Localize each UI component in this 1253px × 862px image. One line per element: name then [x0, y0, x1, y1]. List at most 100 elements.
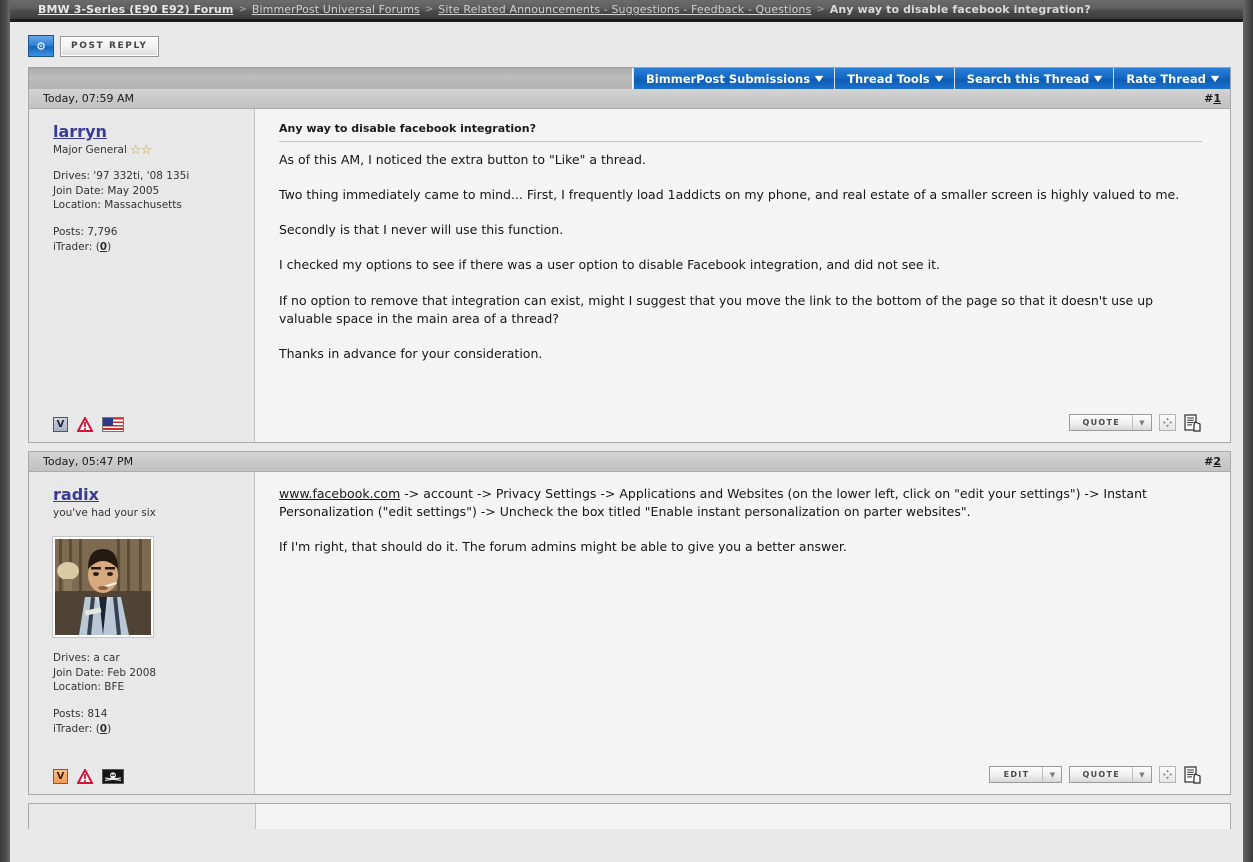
post-header: Today, 05:47 PM #2 — [29, 452, 1230, 472]
next-post-content-column — [256, 804, 1230, 829]
right-chrome-gutter — [1243, 0, 1253, 862]
post-paragraph: Two thing immediately came to mind... Fi… — [279, 187, 1180, 203]
post-paragraph: Thanks in advance for your consideration… — [279, 345, 543, 361]
user-location-row: Location: BFE — [53, 680, 254, 695]
join-date-label: Join Date: — [53, 184, 105, 197]
quote-button-label: Quote — [1082, 418, 1120, 427]
stats-divider — [53, 213, 254, 225]
breadcrumb-separator: > — [424, 4, 434, 15]
user-stats: Drives: a car Join Date: Feb 2008 Locati… — [53, 651, 254, 738]
user-badge-row: V — [53, 755, 254, 784]
chevron-down-icon: ▼ — [814, 73, 824, 83]
v-badge-icon[interactable]: V — [53, 417, 68, 432]
itrader-paren-close: ) — [107, 241, 112, 254]
join-date-label: Join Date: — [53, 666, 105, 679]
next-post-user-column — [29, 804, 256, 829]
posts-label: Posts: — [53, 226, 84, 239]
pirate-flag-icon — [102, 769, 124, 784]
chevron-down-icon[interactable]: ▼ — [1132, 767, 1151, 782]
stats-divider — [53, 695, 254, 707]
breadcrumb-item-forum[interactable]: BMW 3-Series (E90 E92) Forum — [38, 3, 233, 16]
user-title: Major General ☆☆ — [53, 144, 254, 157]
breadcrumb-item-site-announcements[interactable]: Site Related Announcements - Suggestions… — [438, 3, 811, 16]
breadcrumb: BMW 3-Series (E90 E92) Forum > BimmerPos… — [10, 0, 1243, 19]
post-content: Any way to disable facebook integration?… — [255, 109, 1230, 442]
user-drives-row: Drives: a car — [53, 651, 254, 666]
user-badge-row: V — [53, 403, 254, 432]
user-stats: Drives: '97 332ti, '08 135i Join Date: M… — [53, 169, 254, 256]
drives-label: Drives: — [53, 169, 91, 182]
post-paragraph: www.facebook.com -> account -> Privacy S… — [279, 485, 1202, 521]
drives-value: a car — [93, 651, 120, 664]
post-1: Today, 07:59 AM #1 larryn Major General … — [28, 89, 1231, 443]
tab-rate-thread[interactable]: Rate Thread ▼ — [1113, 68, 1230, 89]
reply-with-quote-icon[interactable] — [1183, 413, 1202, 432]
itrader-label: iTrader: — [53, 241, 93, 254]
drives-value: '97 332ti, '08 135i — [93, 169, 190, 182]
post-timestamp: Today, 07:59 AM — [43, 92, 135, 105]
itrader-paren-close: ) — [107, 723, 112, 736]
post-number[interactable]: #1 — [1204, 92, 1221, 105]
thread-toolbar: ⚙ Post Reply — [28, 34, 1231, 58]
edit-button[interactable]: Edit ▼ — [989, 766, 1063, 783]
chevron-down-icon[interactable]: ▼ — [1042, 767, 1061, 782]
breadcrumb-separator: > — [816, 4, 825, 15]
thread-tab-bar: BimmerPost Submissions ▼ Thread Tools ▼ … — [28, 67, 1231, 89]
facebook-link[interactable]: www.facebook.com — [279, 486, 400, 501]
quote-button[interactable]: Quote ▼ — [1069, 766, 1152, 783]
join-date-value: Feb 2008 — [107, 666, 157, 679]
itrader-count[interactable]: 0 — [100, 723, 107, 735]
new-thread-icon[interactable]: ⚙ — [28, 35, 54, 57]
drives-label: Drives: — [53, 651, 91, 664]
user-joindate-row: Join Date: May 2005 — [53, 184, 254, 199]
user-postcount-row: Posts: 814 — [53, 707, 254, 722]
multiquote-icon[interactable] — [1159, 414, 1176, 431]
post-action-bar: Quote ▼ — [279, 401, 1202, 432]
location-value: BFE — [104, 681, 125, 694]
report-warning-icon[interactable] — [76, 767, 94, 784]
reply-with-quote-icon[interactable] — [1183, 765, 1202, 784]
post-user-info: radix you've had your six Drives: a car … — [29, 472, 255, 794]
tab-label: Rate Thread — [1126, 71, 1206, 86]
tab-search-this-thread[interactable]: Search this Thread ▼ — [953, 68, 1114, 89]
report-warning-icon[interactable] — [76, 415, 94, 432]
rank-stars-icon: ☆☆ — [129, 142, 152, 158]
post-body: radix you've had your six Drives: a car … — [29, 472, 1230, 794]
posts-label: Posts: — [53, 708, 84, 721]
tab-label: Search this Thread — [966, 71, 1090, 86]
username-link[interactable]: larryn — [53, 123, 254, 141]
post-content: www.facebook.com -> account -> Privacy S… — [255, 472, 1230, 794]
post-paragraph: As of this AM, I noticed the extra butto… — [279, 152, 646, 167]
breadcrumb-separator: > — [238, 4, 247, 15]
itrader-label: iTrader: — [53, 723, 93, 736]
us-flag-icon — [102, 417, 124, 432]
tab-label: BimmerPost Submissions — [646, 71, 811, 86]
post-2: Today, 05:47 PM #2 radix you've had your… — [28, 451, 1231, 795]
chevron-down-icon: ▼ — [934, 73, 943, 83]
itrader-count[interactable]: 0 — [100, 241, 107, 253]
tab-bimmerpost-submissions[interactable]: BimmerPost Submissions ▼ — [633, 68, 835, 89]
breadcrumb-item-universal-forums[interactable]: BimmerPost Universal Forums — [252, 3, 420, 16]
user-rank-label: Major General — [53, 144, 127, 157]
post-paragraph-rest: -> account -> Privacy Settings -> Applic… — [279, 486, 1147, 520]
post-paragraph: Secondly is that I never will use this f… — [279, 222, 564, 238]
multiquote-icon[interactable] — [1159, 766, 1176, 783]
posts-value: 7,796 — [87, 226, 118, 239]
user-location-row: Location: Massachusetts — [53, 198, 254, 213]
quote-button[interactable]: Quote ▼ — [1069, 414, 1152, 431]
chevron-down-icon[interactable]: ▼ — [1132, 415, 1151, 430]
location-value: Massachusetts — [104, 199, 182, 212]
v-badge-icon[interactable]: V — [53, 769, 68, 784]
tab-thread-tools[interactable]: Thread Tools ▼ — [834, 68, 954, 89]
post-paragraph: I checked my options to see if there was… — [279, 257, 940, 273]
post-timestamp: Today, 05:47 PM — [43, 455, 134, 468]
user-title: you've had your six — [53, 507, 254, 519]
post-header: Today, 07:59 AM #1 — [29, 89, 1230, 109]
chevron-down-icon: ▼ — [1210, 73, 1220, 83]
username-link[interactable]: radix — [53, 486, 254, 504]
join-date-value: May 2005 — [107, 184, 160, 197]
post-number[interactable]: #2 — [1204, 455, 1221, 468]
post-paragraph: If no option to remove that integration … — [279, 292, 1154, 326]
user-drives-row: Drives: '97 332ti, '08 135i — [53, 169, 254, 184]
post-reply-button[interactable]: Post Reply — [60, 35, 159, 57]
